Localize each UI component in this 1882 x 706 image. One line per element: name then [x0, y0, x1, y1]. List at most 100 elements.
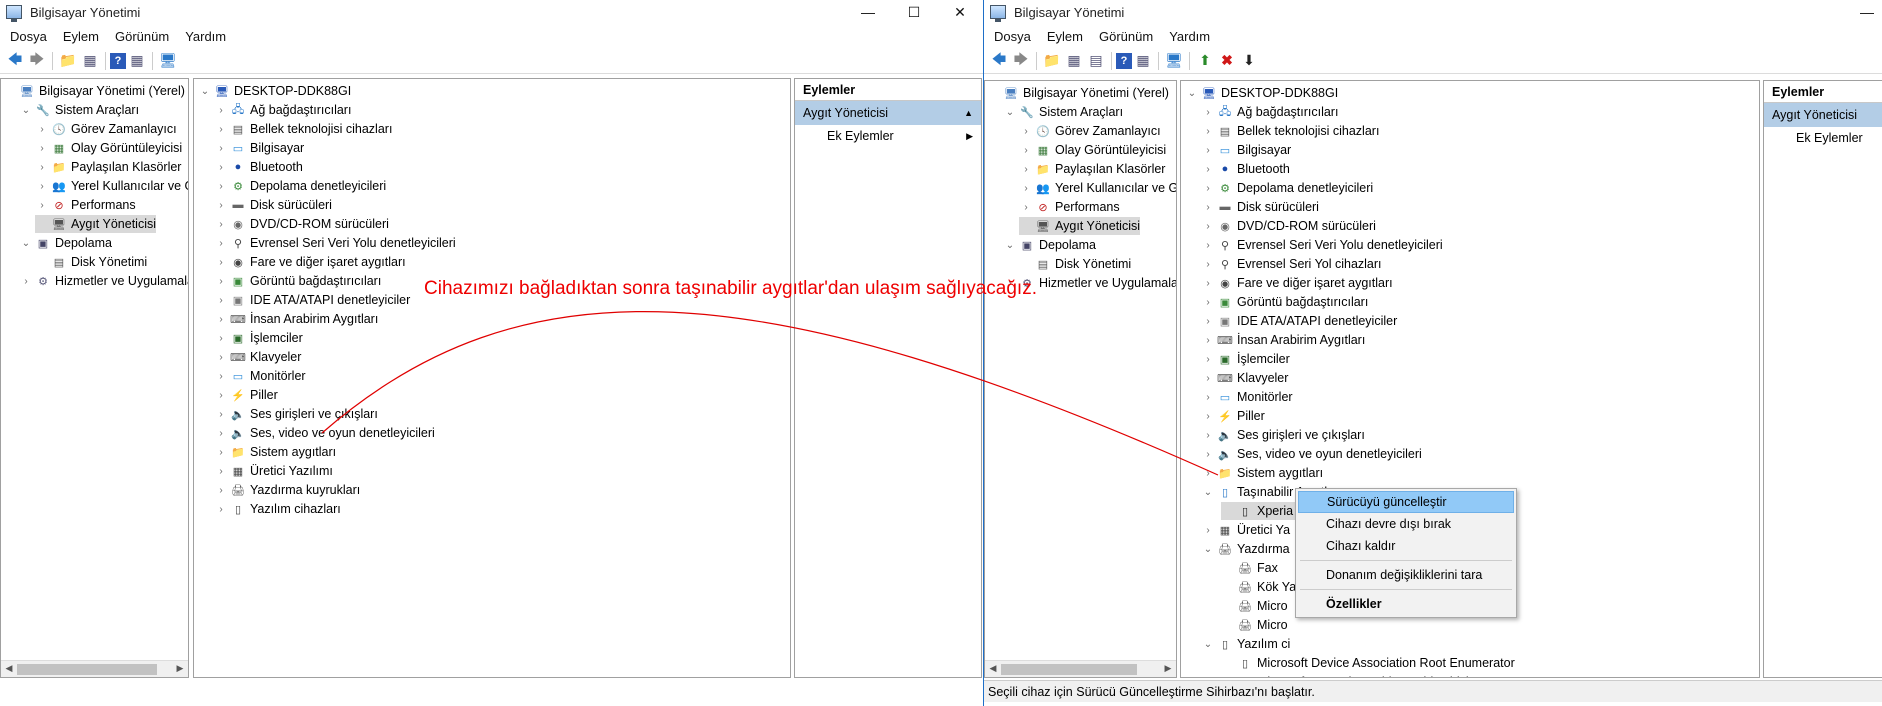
device-category[interactable]: › 🔈 Ses, video ve oyun denetleyicileri: [1201, 445, 1422, 463]
update-driver-icon[interactable]: ⬆: [1194, 50, 1216, 72]
device-item[interactable]: 🖨 Micro: [1221, 616, 1288, 634]
expand-icon[interactable]: ›: [35, 124, 49, 135]
menu-file[interactable]: Dosya: [2, 29, 55, 44]
device-category[interactable]: ⌄ 🖨 Yazdırma: [1201, 540, 1290, 558]
nav-item[interactable]: ⌄ ▣ Depolama: [19, 234, 112, 252]
context-menu-item[interactable]: Cihazı kaldır: [1298, 535, 1514, 557]
expand-icon[interactable]: ›: [1201, 126, 1215, 137]
nav-item[interactable]: ⌄ 🔧 Sistem Araçları: [1003, 103, 1123, 121]
nav-item[interactable]: ▤ Disk Yönetimi: [35, 253, 147, 271]
collapse-icon[interactable]: ⌄: [1185, 88, 1199, 99]
expand-icon[interactable]: ›: [214, 504, 228, 515]
device-category[interactable]: › ▣ İşlemciler: [1201, 350, 1289, 368]
nav-item[interactable]: ▤ Disk Yönetimi: [1019, 255, 1131, 273]
nav-item[interactable]: › ▦ Olay Görüntüleyicisi: [35, 139, 182, 157]
scroll-thumb[interactable]: [17, 664, 157, 675]
context-menu-item[interactable]: Özellikler: [1298, 593, 1514, 615]
nav-item[interactable]: › ⊘ Performans: [1019, 198, 1119, 216]
scroll-right-icon[interactable]: ▶: [172, 663, 188, 674]
horizontal-scrollbar[interactable]: ◀ ▶: [985, 660, 1176, 677]
uninstall-icon[interactable]: ✖: [1216, 50, 1238, 72]
export-list-icon[interactable]: ▤: [1085, 50, 1107, 72]
device-category[interactable]: › ⌨ İnsan Arabirim Aygıtları: [1201, 331, 1365, 349]
expand-icon[interactable]: ›: [1019, 126, 1033, 137]
device-category[interactable]: › ◉ Fare ve diğer işaret aygıtları: [214, 253, 405, 271]
device-category[interactable]: › ◉ Fare ve diğer işaret aygıtları: [1201, 274, 1392, 292]
device-category[interactable]: › 🔈 Ses girişleri ve çıkışları: [214, 405, 377, 423]
horizontal-scrollbar[interactable]: ◀ ▶: [1, 660, 188, 677]
expand-icon[interactable]: ›: [35, 162, 49, 173]
expand-icon[interactable]: ›: [1201, 468, 1215, 479]
expand-icon[interactable]: ›: [214, 409, 228, 420]
nav-item[interactable]: 🖥 Aygıt Yöneticisi: [35, 215, 157, 233]
expand-icon[interactable]: ›: [1201, 449, 1215, 460]
nav-item[interactable]: › 📁 Paylaşılan Klasörler: [1019, 160, 1165, 178]
back-icon[interactable]: 🡄: [988, 50, 1010, 72]
nav-item[interactable]: ⌄ 🔧 Sistem Araçları: [19, 101, 139, 119]
expand-icon[interactable]: ›: [214, 352, 228, 363]
expand-icon[interactable]: ›: [214, 295, 228, 306]
actions-section-device-manager[interactable]: Aygıt Yöneticisi ▲: [795, 101, 981, 125]
menu-action[interactable]: Eylem: [55, 29, 107, 44]
expand-icon[interactable]: ›: [1201, 240, 1215, 251]
device-category[interactable]: › ▭ Monitörler: [214, 367, 305, 385]
expand-icon[interactable]: ›: [1201, 354, 1215, 365]
collapse-icon[interactable]: ⌄: [1003, 107, 1017, 118]
expand-icon[interactable]: ›: [1201, 297, 1215, 308]
expand-icon[interactable]: ›: [1201, 411, 1215, 422]
nav-item[interactable]: › ⊘ Performans: [35, 196, 135, 214]
scan-hardware-icon[interactable]: 🖥: [157, 50, 179, 72]
device-category[interactable]: › ⌨ Klavyeler: [1201, 369, 1288, 387]
collapse-icon[interactable]: ⌄: [1003, 240, 1017, 251]
device-category[interactable]: › 🖧 Ağ bağdaştırıcıları: [1201, 103, 1338, 121]
expand-icon[interactable]: ›: [1019, 145, 1033, 156]
expand-icon[interactable]: ›: [35, 181, 49, 192]
expand-icon[interactable]: ›: [214, 390, 228, 401]
expand-icon[interactable]: ›: [214, 181, 228, 192]
device-category[interactable]: › ▬ Disk sürücüleri: [214, 196, 332, 214]
nav-item[interactable]: › 🕓 Görev Zamanlayıcı: [35, 120, 176, 138]
expand-icon[interactable]: ›: [35, 143, 49, 154]
device-category[interactable]: › ▬ Disk sürücüleri: [1201, 198, 1319, 216]
expand-icon[interactable]: ›: [1201, 392, 1215, 403]
expand-icon[interactable]: ›: [214, 257, 228, 268]
expand-icon[interactable]: ›: [1019, 183, 1033, 194]
device-category[interactable]: › ▤ Bellek teknolojisi cihazları: [214, 120, 392, 138]
expand-icon[interactable]: ›: [214, 447, 228, 458]
maximize-button[interactable]: ☐: [891, 0, 937, 24]
back-icon[interactable]: 🡄: [4, 50, 26, 72]
device-category[interactable]: › ● Bluetooth: [214, 158, 303, 176]
device-item[interactable]: 🖨 Micro: [1221, 597, 1288, 615]
scroll-left-icon[interactable]: ◀: [985, 663, 1001, 674]
collapse-up-icon[interactable]: ▲: [964, 108, 973, 118]
menu-file[interactable]: Dosya: [986, 29, 1039, 44]
menu-help[interactable]: Yardım: [1161, 29, 1218, 44]
expand-icon[interactable]: ›: [35, 200, 49, 211]
close-button[interactable]: ✕: [937, 0, 983, 24]
collapse-icon[interactable]: ⌄: [198, 86, 212, 97]
expand-icon[interactable]: ›: [214, 105, 228, 116]
device-item[interactable]: ▯ Xperia Z: [1221, 502, 1305, 520]
context-menu-item[interactable]: Sürücüyü güncelleştir: [1298, 491, 1514, 513]
menu-view[interactable]: Görünüm: [1091, 29, 1161, 44]
expand-icon[interactable]: ›: [1201, 259, 1215, 270]
expand-icon[interactable]: ›: [214, 124, 228, 135]
properties-icon[interactable]: ▦: [1132, 50, 1154, 72]
device-category[interactable]: › ▦ Üretici Ya: [1201, 521, 1290, 539]
device-category[interactable]: › ⚙ Depolama denetleyicileri: [214, 177, 386, 195]
expand-icon[interactable]: ›: [214, 200, 228, 211]
device-category[interactable]: › ▯ Yazılım cihazları: [214, 500, 340, 518]
device-category[interactable]: › ⚲ Evrensel Seri Veri Yolu denetleyiciler…: [1201, 236, 1442, 254]
collapse-icon[interactable]: ⌄: [1201, 639, 1215, 650]
context-menu-item[interactable]: Donanım değişikliklerini tara: [1298, 564, 1514, 586]
expand-icon[interactable]: ›: [214, 314, 228, 325]
device-category[interactable]: › ⚡ Piller: [1201, 407, 1264, 425]
scroll-thumb[interactable]: [1001, 664, 1137, 675]
nav-item[interactable]: ›👥 Yerel Kullanıcılar ve Gru: [1019, 179, 1176, 197]
nav-item[interactable]: › ▦ Olay Görüntüleyicisi: [1019, 141, 1166, 159]
up-folder-icon[interactable]: 📁: [1041, 50, 1063, 72]
expand-icon[interactable]: ›: [1201, 221, 1215, 232]
up-folder-icon[interactable]: 📁: [57, 50, 79, 72]
device-category[interactable]: › ▣ IDE ATA/ATAPI denetleyiciler: [214, 291, 410, 309]
minimize-button[interactable]: —: [1852, 0, 1882, 24]
